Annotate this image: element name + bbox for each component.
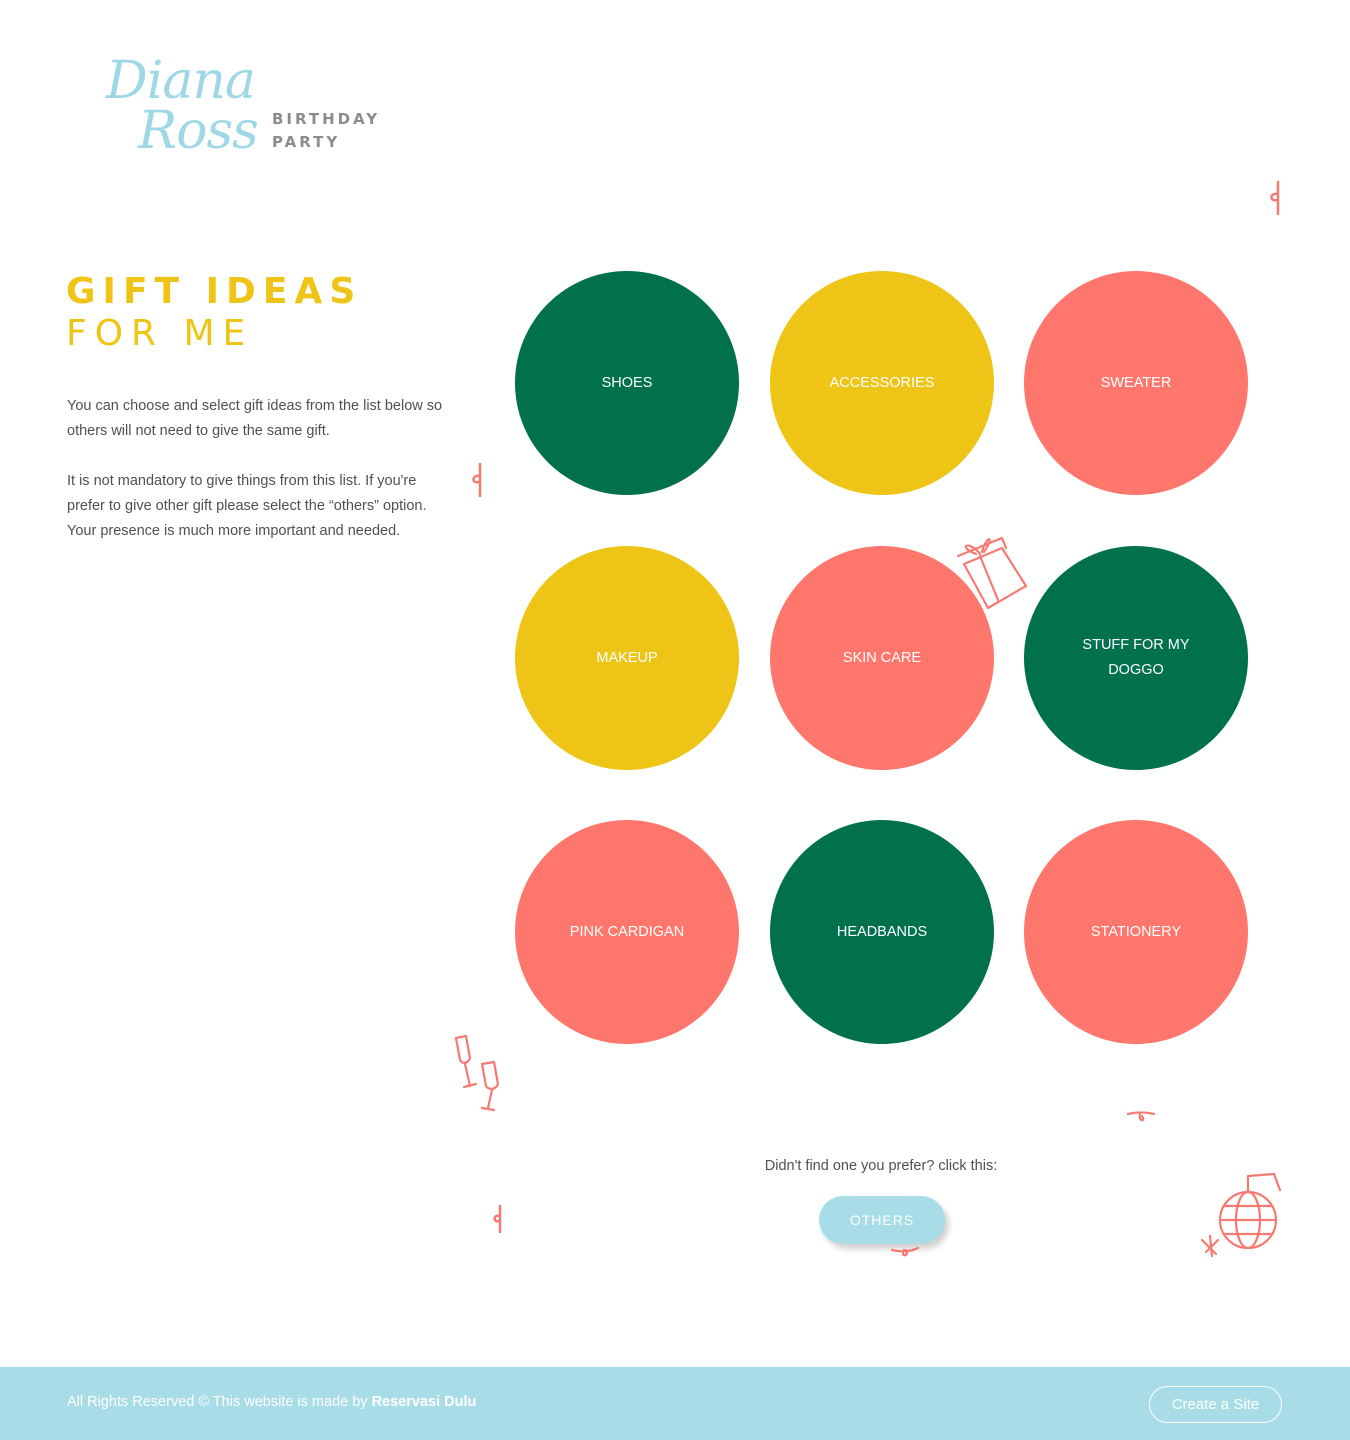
footer-copyright: All Rights Reserved © This website is ma…: [67, 1394, 368, 1410]
logo-sub-line2: PARTY: [272, 133, 341, 151]
create-site-button[interactable]: Create a Site: [1149, 1386, 1282, 1423]
gift-option-accessories[interactable]: ACCESSORIES: [770, 271, 994, 495]
squiggle-doodle-icon: [472, 462, 482, 498]
gift-option-sweater[interactable]: SWEATER: [1024, 271, 1248, 495]
champagne-glasses-doodle-icon: [454, 1034, 500, 1112]
gift-option-makeup[interactable]: MAKEUP: [515, 546, 739, 770]
intro-paragraph-1: You can choose and select gift ideas fro…: [67, 398, 443, 439]
disco-ball-doodle-icon: [1200, 1172, 1282, 1258]
others-prompt: Didn't find one you prefer? click this:: [764, 1158, 998, 1174]
gift-option-stationery[interactable]: STATIONERY: [1024, 820, 1248, 1044]
logo-script-line2: Ross: [138, 101, 259, 161]
gift-label: ACCESSORIES: [829, 374, 935, 391]
gift-label: SWEATER: [1100, 374, 1172, 391]
intro-paragraph-2: It is not mandatory to give things from …: [67, 473, 427, 539]
gift-option-stuff-for-my-doggo[interactable]: STUFF FOR MY DOGGO: [1024, 546, 1248, 770]
logo[interactable]: Diana Ross BIRTHDAY PARTY: [98, 51, 388, 176]
intro-text: You can choose and select gift ideas fro…: [67, 394, 457, 569]
squiggle-doodle-icon: [493, 1204, 502, 1234]
gift-label: PINK CARDIGAN: [569, 923, 685, 940]
gift-box-doodle-icon: [956, 536, 1028, 610]
gift-label: SKIN CARE: [842, 649, 922, 666]
gift-option-headbands[interactable]: HEADBANDS: [770, 820, 994, 1044]
footer: All Rights Reserved © This website is ma…: [0, 1367, 1350, 1440]
gift-option-shoes[interactable]: SHOES: [515, 271, 739, 495]
squiggle-doodle-icon: [1126, 1111, 1156, 1122]
gift-label: STATIONERY: [1090, 923, 1182, 940]
footer-brand-link[interactable]: Reservasi Dulu: [372, 1394, 477, 1410]
logo-sub-line1: BIRTHDAY: [272, 110, 381, 128]
page-title: GIFT IDEAS FOR ME: [66, 270, 362, 354]
title-line2: FOR ME: [66, 313, 254, 354]
squiggle-doodle-icon: [1270, 180, 1280, 216]
logo-subtitle: BIRTHDAY PARTY: [272, 108, 380, 154]
gift-label: MAKEUP: [596, 649, 658, 666]
squiggle-doodle-icon: [890, 1246, 920, 1257]
others-button[interactable]: OTHERS: [819, 1196, 945, 1244]
title-line1: GIFT IDEAS: [66, 271, 363, 312]
gift-label: SHOES: [601, 374, 653, 391]
logo-script: Diana Ross: [98, 51, 259, 161]
gift-option-pink-cardigan[interactable]: PINK CARDIGAN: [515, 820, 739, 1044]
gift-label: HEADBANDS: [836, 923, 928, 940]
gift-label: STUFF FOR MY DOGGO: [1082, 637, 1190, 678]
logo-script-line1: Diana: [106, 51, 256, 111]
footer-credit: All Rights Reserved © This website is ma…: [67, 1394, 476, 1410]
